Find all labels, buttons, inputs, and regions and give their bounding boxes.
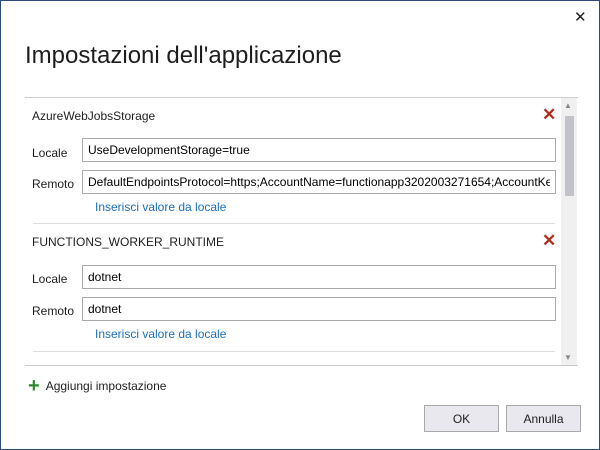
scroll-down-icon[interactable]: ▼ xyxy=(564,353,572,362)
remote-label: Remoto xyxy=(32,177,75,191)
ok-button[interactable]: OK xyxy=(424,405,499,432)
add-setting-button[interactable]: + Aggiungi impostazione xyxy=(28,375,167,397)
insert-local-value-link[interactable]: Inserisci valore da locale xyxy=(95,327,226,341)
local-label: Locale xyxy=(32,272,68,286)
setting-name: FUNCTIONS_WORKER_RUNTIME xyxy=(32,235,225,249)
remote-value-input[interactable] xyxy=(82,170,556,194)
divider xyxy=(33,351,555,352)
delete-setting-icon[interactable]: ✕ xyxy=(542,105,556,125)
close-icon[interactable]: ✕ xyxy=(574,8,587,26)
add-setting-label: Aggiungi impostazione xyxy=(45,379,167,393)
remote-label: Remoto xyxy=(32,304,75,318)
insert-local-value-link[interactable]: Inserisci valore da locale xyxy=(95,200,226,214)
local-label: Locale xyxy=(32,146,68,160)
setting-name: AzureWebJobsStorage xyxy=(32,109,156,123)
local-value-input[interactable] xyxy=(82,138,556,162)
dialog-title: Impostazioni dell'applicazione xyxy=(25,42,342,69)
scrollbar-thumb[interactable] xyxy=(565,116,574,196)
cancel-button[interactable]: Annulla xyxy=(506,405,581,432)
remote-value-input[interactable] xyxy=(82,297,556,321)
settings-list: AzureWebJobsStorage ✕ Locale Remoto Inse… xyxy=(25,97,578,366)
local-value-input[interactable] xyxy=(82,265,556,289)
scroll-up-icon[interactable]: ▲ xyxy=(564,101,572,110)
delete-setting-icon[interactable]: ✕ xyxy=(542,231,556,251)
scrollbar[interactable]: ▲ ▼ xyxy=(561,98,577,365)
plus-icon: + xyxy=(28,375,40,397)
divider xyxy=(33,223,555,224)
